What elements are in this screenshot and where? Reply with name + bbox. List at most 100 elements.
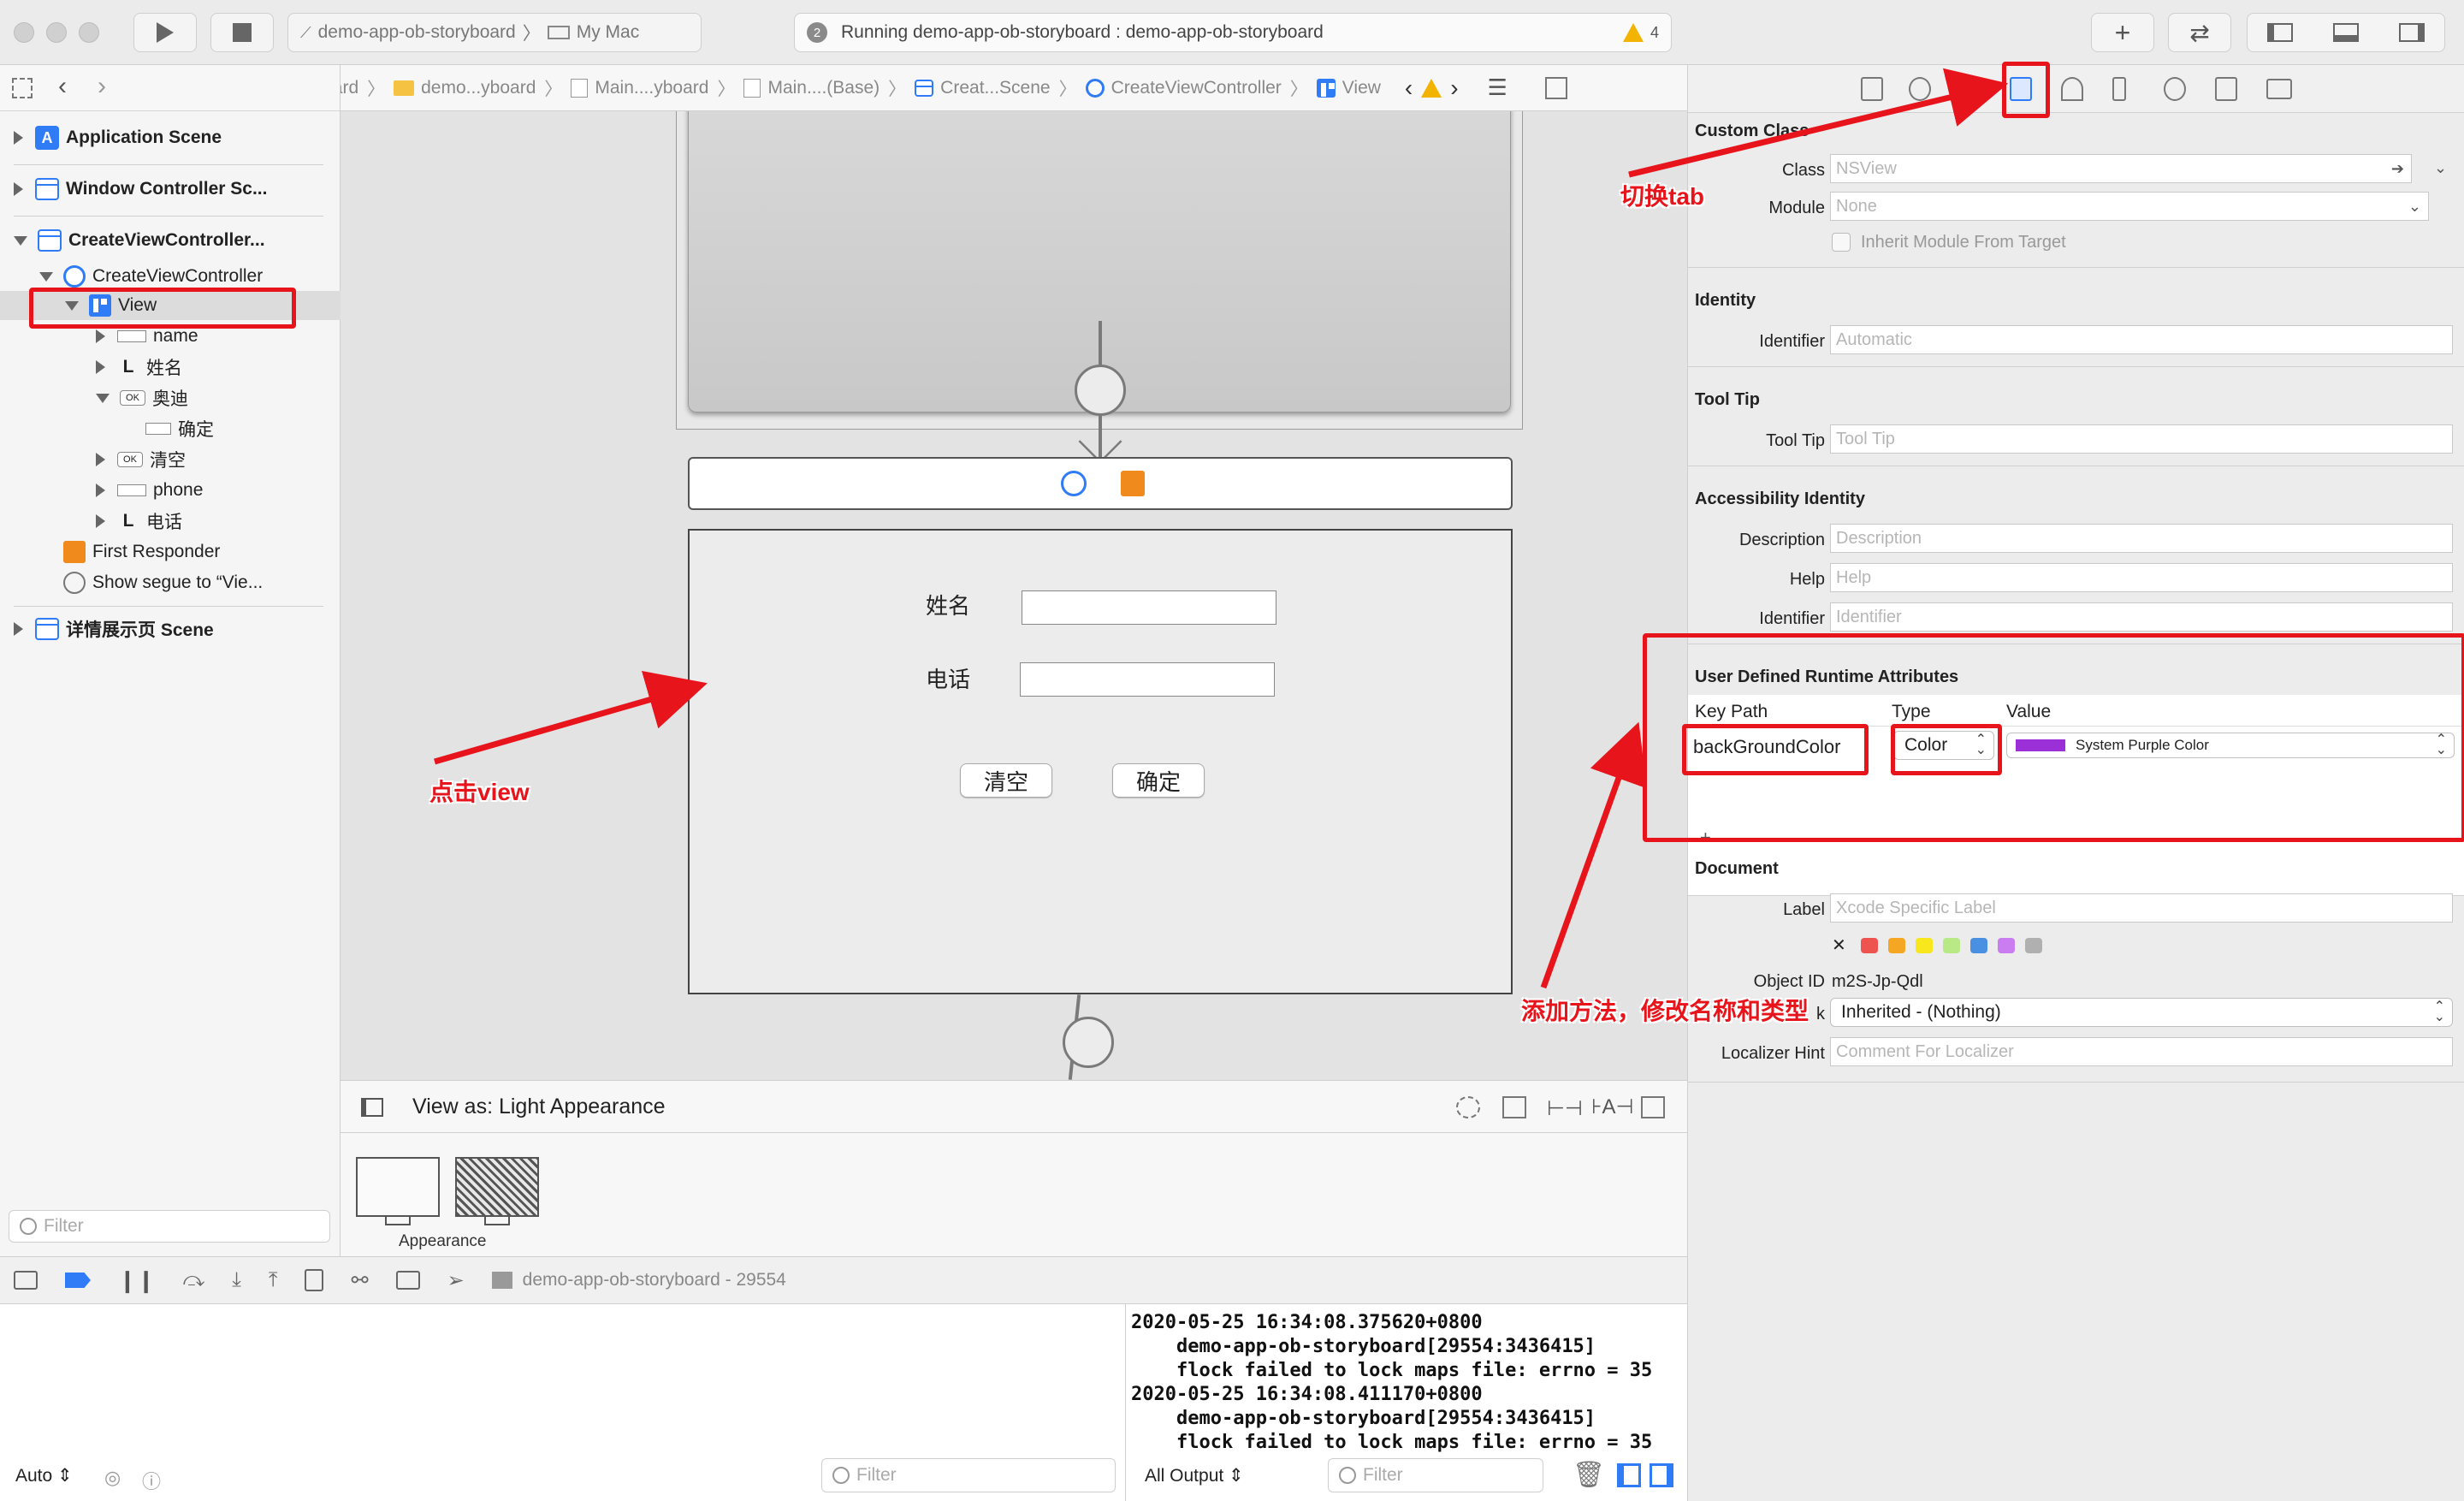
warning-icon[interactable] <box>1421 78 1442 98</box>
jump-bar-item[interactable]: Main....yboard <box>571 78 708 98</box>
trash-icon[interactable]: 🗑 <box>1573 1460 1605 1490</box>
green-label-swatch[interactable] <box>1943 938 1960 953</box>
update-frames-icon[interactable] <box>1456 1096 1480 1118</box>
phone-text-field[interactable] <box>1020 662 1275 697</box>
lock-popup[interactable]: Inherited - (Nothing) ⌃ ⌄ <box>1830 998 2453 1027</box>
gray-label-swatch[interactable] <box>2025 938 2042 953</box>
outline-row-first-responder[interactable]: First Responder <box>63 537 220 567</box>
outline-row-create-scene[interactable]: CreateViewController... <box>14 226 265 255</box>
outline-row-phone-label[interactable]: L 电话 <box>96 507 182 536</box>
help-field[interactable]: Help <box>1830 563 2453 592</box>
align-icon[interactable]: ⊢⊣ <box>1547 1096 1583 1121</box>
inherit-module-checkbox[interactable] <box>1832 233 1851 252</box>
left-panel-icon[interactable] <box>2267 23 2294 42</box>
yellow-label-swatch[interactable] <box>1916 938 1933 953</box>
view-controller-icon[interactable] <box>1061 471 1087 496</box>
jump-bar-item[interactable]: View <box>1316 78 1381 98</box>
minimize-window-button[interactable] <box>46 22 67 43</box>
name-text-field[interactable] <box>1022 590 1276 625</box>
outline-row-create-view-controller[interactable]: CreateViewController <box>39 262 263 291</box>
add-editor-icon[interactable] <box>1544 76 1567 99</box>
chevron-right-icon[interactable]: › <box>1450 74 1458 102</box>
purple-label-swatch[interactable] <box>1998 938 2015 953</box>
go-arrow-icon[interactable]: ➔ <box>2391 160 2404 178</box>
module-field[interactable]: None ⌄ <box>1830 192 2429 221</box>
light-appearance-monitor[interactable] <box>356 1157 440 1217</box>
view-as-label[interactable]: View as: Light Appearance <box>412 1095 666 1119</box>
device-panel-toggle-icon[interactable] <box>361 1098 383 1117</box>
orange-label-swatch[interactable] <box>1888 938 1905 953</box>
close-window-button[interactable] <box>14 22 34 43</box>
outline-row-detail-scene[interactable]: 详情展示页 Scene <box>14 614 214 644</box>
description-field[interactable]: Description <box>1830 524 2453 553</box>
outline-row-application-scene[interactable]: A Application Scene <box>14 123 222 152</box>
clear-label-color-button[interactable]: ✕ <box>1832 934 1846 956</box>
embed-in-stack-icon[interactable] <box>1502 1096 1526 1118</box>
jump-bar-item[interactable]: CreateViewController <box>1085 78 1282 98</box>
blue-label-swatch[interactable] <box>1970 938 1987 953</box>
scheme-selector[interactable]: ⟋ demo-app-ob-storyboard 〉 My Mac <box>287 13 702 52</box>
chevron-down-icon[interactable]: ⌄ <box>2434 159 2447 177</box>
disclosure-triangle-icon[interactable] <box>96 329 105 343</box>
variables-filter-input[interactable]: Filter <box>821 1458 1116 1492</box>
code-review-button[interactable]: ⇄ <box>2168 13 2231 52</box>
stop-button[interactable] <box>210 13 274 52</box>
bindings-inspector-icon[interactable] <box>2215 77 2237 101</box>
acc-identifier-field[interactable]: Identifier <box>1830 602 2453 632</box>
show-console-icon[interactable] <box>1650 1463 1673 1487</box>
disclosure-triangle-icon[interactable] <box>96 484 105 497</box>
step-out-icon[interactable]: ⤒ <box>269 1268 278 1292</box>
chevron-left-icon[interactable]: ‹ <box>58 72 67 101</box>
run-button[interactable] <box>133 13 197 52</box>
disclosure-triangle-icon[interactable] <box>14 131 23 145</box>
library-button[interactable]: + <box>2091 13 2154 52</box>
outline-row-audi-button[interactable]: OK 奥迪 <box>96 383 188 412</box>
dark-appearance-monitor[interactable] <box>455 1157 539 1217</box>
effects-inspector-icon[interactable] <box>2266 79 2292 99</box>
tooltip-field[interactable]: Tool Tip <box>1830 424 2453 454</box>
disclosure-triangle-icon[interactable] <box>14 182 23 196</box>
eye-icon[interactable]: ◎ <box>104 1467 121 1489</box>
show-segue-icon[interactable] <box>1063 1017 1114 1068</box>
view-hierarchy-icon[interactable] <box>305 1269 324 1291</box>
clear-button[interactable]: 清空 <box>960 763 1052 798</box>
lines-icon[interactable]: ☰ <box>1488 74 1507 101</box>
storyboard-canvas[interactable]: 姓名 电话 清空 确定 <box>341 111 1687 1080</box>
show-variables-icon[interactable] <box>1617 1463 1641 1487</box>
console-filter-input[interactable]: Filter <box>1328 1458 1543 1492</box>
doc-label-field[interactable]: Xcode Specific Label <box>1830 893 2453 923</box>
create-view[interactable]: 姓名 电话 清空 确定 <box>688 529 1513 994</box>
confirm-button[interactable]: 确定 <box>1112 763 1205 798</box>
environment-overrides-icon[interactable] <box>395 1271 420 1290</box>
output-selector[interactable]: All Output ⇕ <box>1145 1465 1244 1486</box>
info-icon[interactable]: ⓘ <box>142 1467 161 1494</box>
jump-bar-item[interactable]: Creat...Scene <box>915 78 1051 98</box>
outline-filter-input[interactable]: Filter <box>9 1210 330 1243</box>
help-inspector-icon[interactable] <box>1960 77 1977 101</box>
disclosure-triangle-icon[interactable] <box>14 622 23 636</box>
class-field[interactable]: NSView ➔ <box>1830 154 2412 183</box>
file-inspector-icon[interactable] <box>1861 77 1883 101</box>
disclosure-triangle-icon[interactable] <box>14 235 27 246</box>
disclosure-triangle-icon[interactable] <box>39 271 53 282</box>
chevron-right-icon[interactable]: › <box>98 72 106 101</box>
pause-icon[interactable]: ❙❙ <box>118 1267 156 1294</box>
breakpoints-icon[interactable] <box>65 1273 91 1288</box>
jump-bar-item[interactable]: demo...yboard <box>394 78 536 98</box>
hide-debug-area-icon[interactable] <box>14 1271 38 1290</box>
auto-selector[interactable]: Auto ⇕ <box>15 1465 73 1486</box>
step-into-icon[interactable]: ⤓ <box>232 1268 241 1292</box>
grid-icon[interactable] <box>12 78 33 98</box>
resolve-issues-icon[interactable] <box>1641 1096 1665 1118</box>
outline-row-phone-field[interactable]: phone <box>96 476 203 505</box>
jump-bar-item[interactable]: Main....(Base) <box>743 78 880 98</box>
disclosure-triangle-icon[interactable] <box>96 514 105 528</box>
disclosure-triangle-icon[interactable] <box>96 453 105 466</box>
attributes-inspector-icon[interactable] <box>2061 77 2083 101</box>
chevron-down-icon[interactable]: ⌄ <box>2408 198 2421 216</box>
connections-inspector-icon[interactable] <box>2164 77 2186 101</box>
outline-row-segue[interactable]: Show segue to “Vie... <box>63 568 263 597</box>
chevron-left-icon[interactable]: ‹ <box>1405 74 1413 102</box>
first-responder-icon[interactable] <box>1121 471 1145 496</box>
red-label-swatch[interactable] <box>1861 938 1878 953</box>
